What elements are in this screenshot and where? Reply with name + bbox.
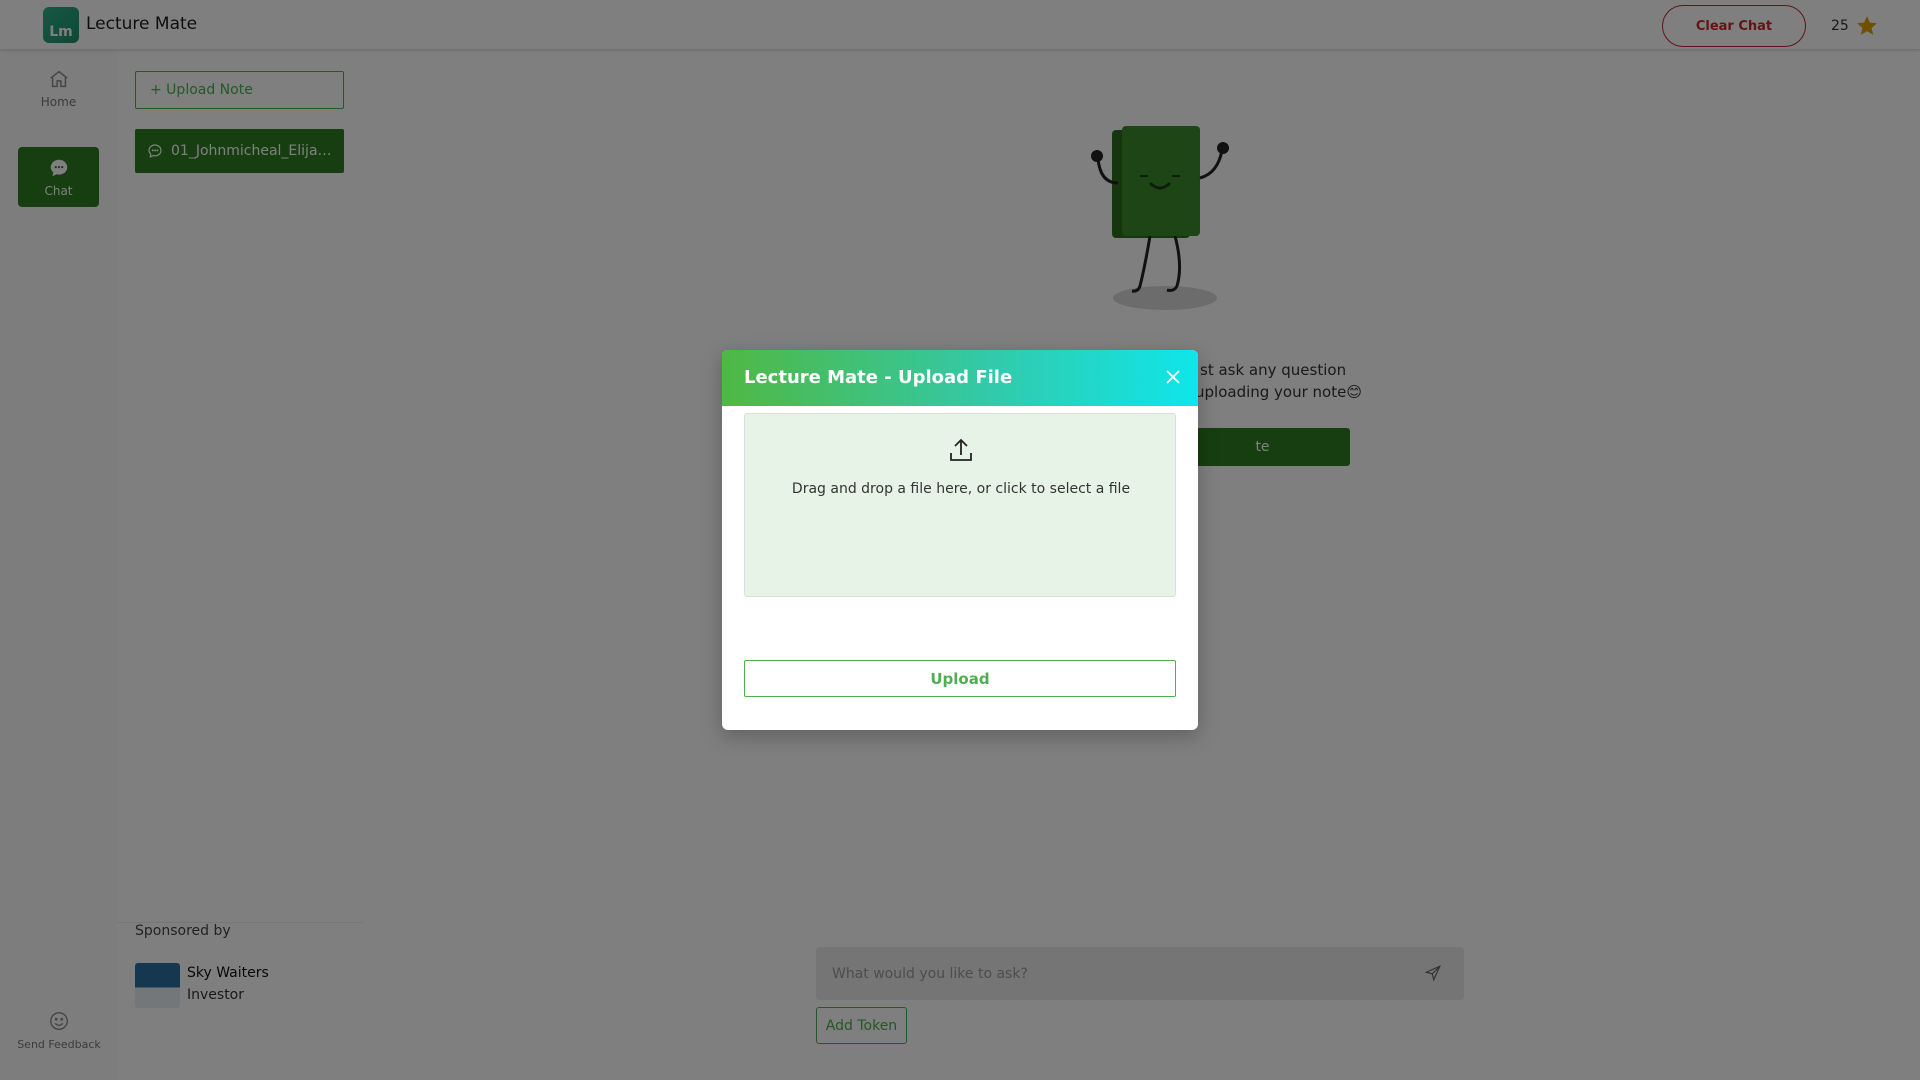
upload-file-modal: Lecture Mate - Upload File Drag and drop… [722,350,1198,730]
modal-close-button[interactable] [1159,363,1187,391]
close-icon [1166,370,1180,384]
modal-header: Lecture Mate - Upload File [722,350,1198,406]
dropzone-instructions: Drag and drop a file here, or click to s… [791,481,1131,497]
file-dropzone[interactable]: Drag and drop a file here, or click to s… [744,413,1176,597]
modal-title: Lecture Mate - Upload File [744,367,1013,388]
upload-icon [950,438,972,461]
upload-button[interactable]: Upload [744,660,1176,697]
